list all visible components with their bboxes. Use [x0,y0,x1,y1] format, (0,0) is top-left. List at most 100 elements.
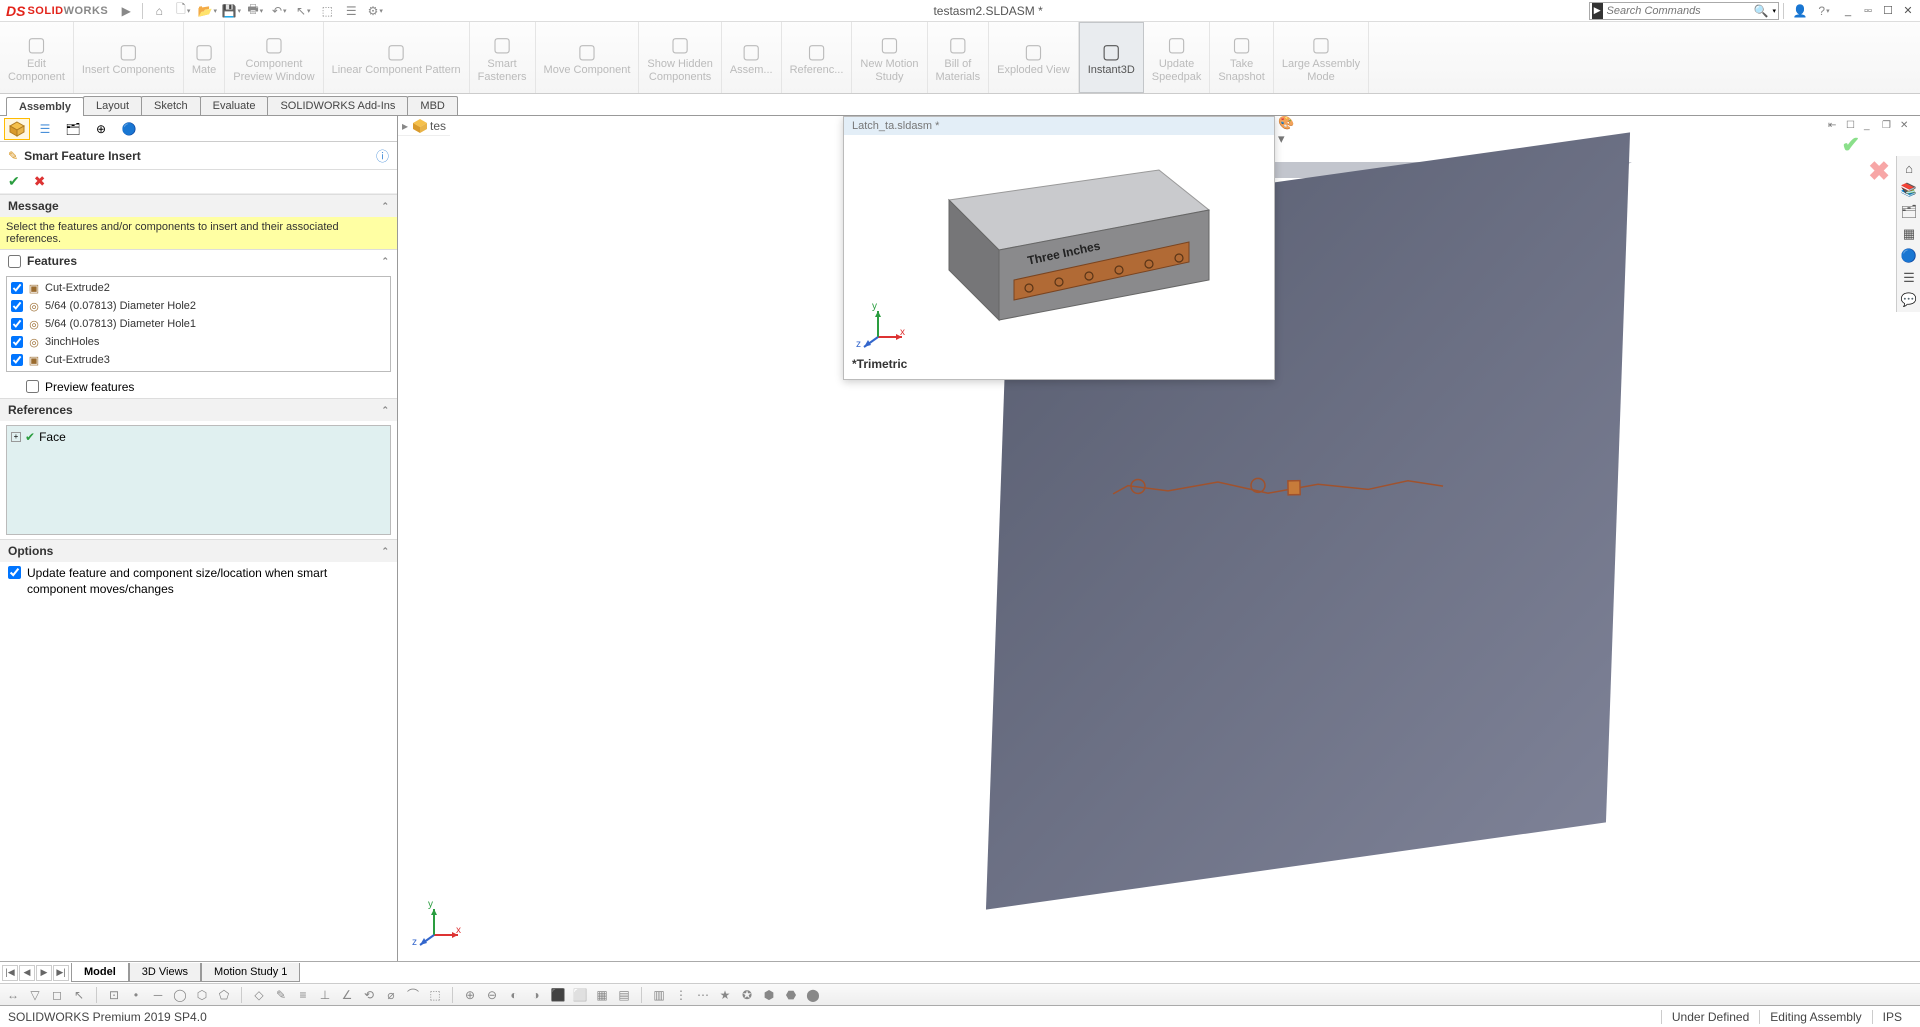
preview-window[interactable]: Latch_ta.sldasm * Three Inches [843,116,1275,380]
sketch-tool-icon[interactable]: ⬜ [571,986,589,1004]
sketch-tool-icon[interactable]: ⬤ [804,986,822,1004]
taskpane-design-lib-icon[interactable]: 📚 [1899,180,1919,200]
close-button[interactable]: ✕ [1900,3,1916,19]
restore-button[interactable]: ▫▫ [1860,3,1876,19]
bottom-tab-motion-study-1[interactable]: Motion Study 1 [201,963,300,982]
references-section-header[interactable]: References⌃ [0,398,397,421]
tab-evaluate[interactable]: Evaluate [200,96,269,115]
sketch-tool-icon[interactable]: ⊕ [461,986,479,1004]
config-manager-tab-icon[interactable]: 🗂 [60,118,86,140]
file-props-icon[interactable]: ☰ [342,2,360,20]
sketch-tool-icon[interactable]: ⟲ [360,986,378,1004]
tab-first-icon[interactable]: |◀ [2,965,18,981]
tab-sketch[interactable]: Sketch [141,96,201,115]
sketch-tool-icon[interactable]: ⊥ [316,986,334,1004]
sketch-tool-icon[interactable]: ⬣ [782,986,800,1004]
print-icon[interactable]: 🖶▾ [246,2,264,20]
collapse-icon[interactable]: ⌃ [381,546,389,557]
sketch-tool-icon[interactable]: ⬛ [549,986,567,1004]
feature-row[interactable]: ◎5/64 (0.07813) Diameter Hole2 [9,297,388,315]
sketch-tool-icon[interactable]: ∠ [338,986,356,1004]
search-input[interactable] [1605,5,1752,17]
property-manager-tab-icon[interactable]: ☰ [32,118,58,140]
pm-help-icon[interactable]: ⓘ [376,146,389,165]
status-units[interactable]: IPS [1872,1010,1912,1024]
sketch-tool-icon[interactable]: • [127,986,145,1004]
sketch-tool-icon[interactable]: ≡ [294,986,312,1004]
pm-ok-button[interactable]: ✔ [8,173,20,190]
sketch-tool-icon[interactable]: ◇ [250,986,268,1004]
tab-prev-icon[interactable]: ◀ [19,965,35,981]
sketch-tool-icon[interactable]: ⬠ [215,986,233,1004]
feature-row[interactable]: ◎5/64 (0.07813) Diameter Hole1 [9,315,388,333]
sketch-tool-icon[interactable]: ◻ [48,986,66,1004]
sketch-tool-icon[interactable]: ▤ [615,986,633,1004]
pm-cancel-button[interactable]: ✖ [34,173,46,190]
view-triad[interactable]: x y z [414,901,462,949]
tab-assembly[interactable]: Assembly [6,97,84,116]
tab-last-icon[interactable]: ▶| [53,965,69,981]
message-section-header[interactable]: Message⌃ [0,194,397,217]
feature-manager-tab-icon[interactable] [4,118,30,140]
tab-mbd[interactable]: MBD [407,96,457,115]
sketch-tool-icon[interactable]: ─ [149,986,167,1004]
search-commands[interactable]: ▶ 🔍 ▾ [1589,2,1779,20]
edit-appearance-icon[interactable]: 🎨▾ [1278,122,1296,140]
preview-features-checkbox[interactable] [26,380,39,393]
sketch-tool-icon[interactable]: ⌀ [382,986,400,1004]
maximize-button[interactable]: ☐ [1880,3,1896,19]
bottom-tab-3d-views[interactable]: 3D Views [129,963,201,982]
display-manager-tab-icon[interactable]: 🔵 [116,118,142,140]
collapse-icon[interactable]: ⌃ [381,201,389,212]
vp-collapse-icon[interactable]: ⇤ [1828,120,1842,134]
options-section-header[interactable]: Options⌃ [0,539,397,562]
sketch-tool-icon[interactable]: ⋯ [694,986,712,1004]
sketch-tool-icon[interactable]: ↔ [4,986,22,1004]
sketch-tool-icon[interactable]: ▥ [650,986,668,1004]
collapse-icon[interactable]: ⌃ [381,405,389,416]
feature-row[interactable]: ◎3inchHoles [9,333,388,351]
feature-checkbox[interactable] [11,354,23,366]
options-icon[interactable]: ⚙▾ [366,2,384,20]
breadcrumb-bar[interactable]: ▸ tes [398,116,450,136]
vp-close-icon[interactable]: ✕ [1900,120,1914,134]
taskpane-view-palette-icon[interactable]: ▦ [1899,224,1919,244]
confirm-ok-corner-icon[interactable]: ✔ [1842,132,1860,158]
user-icon[interactable]: 👤 [1791,2,1809,20]
feature-checkbox[interactable] [11,300,23,312]
features-section-header[interactable]: Features⌃ [0,249,397,272]
taskpane-file-explorer-icon[interactable]: 🗂 [1899,202,1919,222]
open-doc-icon[interactable]: 📂▾ [198,2,216,20]
sketch-tool-icon[interactable]: ✎ [272,986,290,1004]
feature-row[interactable]: ▣Cut-Extrude2 [9,279,388,297]
sketch-tool-icon[interactable]: ⊖ [483,986,501,1004]
feature-checkbox[interactable] [11,318,23,330]
select-icon[interactable]: ↖▾ [294,2,312,20]
reference-item[interactable]: + ✔ Face [11,430,386,444]
search-submit-icon[interactable]: 🔍 [1754,4,1769,18]
sketch-tool-icon[interactable]: ⌒ [404,986,422,1004]
sketch-tool-icon[interactable]: ✪ [738,986,756,1004]
sketch-tool-icon[interactable]: ▦ [593,986,611,1004]
taskpane-custom-props-icon[interactable]: ☰ [1899,268,1919,288]
home-icon[interactable]: ⌂ [150,2,168,20]
tab-layout[interactable]: Layout [83,96,142,115]
sketch-tool-icon[interactable]: ⊡ [105,986,123,1004]
bottom-tab-model[interactable]: Model [71,963,129,982]
sketch-tool-icon[interactable]: ⬢ [760,986,778,1004]
sketch-tool-icon[interactable]: ↖ [70,986,88,1004]
taskpane-appearances-icon[interactable]: 🔵 [1899,246,1919,266]
feature-checkbox[interactable] [11,282,23,294]
features-all-checkbox[interactable] [8,255,21,268]
vp-restore-icon[interactable]: ❐ [1882,120,1896,134]
undo-icon[interactable]: ↶▾ [270,2,288,20]
search-dd-icon[interactable]: ▾ [1772,7,1776,15]
sketch-tool-icon[interactable]: ⬚ [426,986,444,1004]
sketch-tool-icon[interactable]: ▽ [26,986,44,1004]
update-option-checkbox[interactable] [8,566,21,579]
expand-menu-icon[interactable]: ▶ [117,2,135,20]
taskpane-home-icon[interactable]: ⌂ [1899,158,1919,178]
sketch-tool-icon[interactable]: ⬡ [193,986,211,1004]
sketch-tool-icon[interactable]: ⋮ [672,986,690,1004]
sketch-tool-icon[interactable]: ◑ [527,986,545,1004]
